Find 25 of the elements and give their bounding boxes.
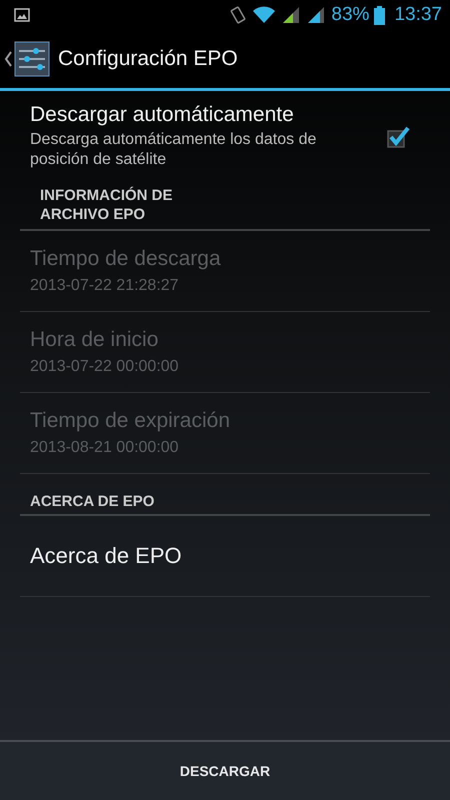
settings-icon — [14, 41, 50, 77]
preference-summary: 2013-07-22 00:00:00 — [30, 358, 180, 376]
vibrate-icon — [229, 5, 248, 25]
preference-row[interactable]: Descargar automáticamente Descarga automáticamente los datos de posición de satélite — [20, 91, 430, 178]
preference-title: Tiempo de expiración — [30, 409, 231, 433]
clock: 13:37 — [394, 4, 442, 26]
preference-summary: 2013-08-21 00:00:00 — [30, 439, 180, 457]
signal-icon — [281, 6, 302, 24]
preference-summary: 2013-07-22 21:28:27 — [30, 277, 180, 295]
image-icon — [14, 8, 30, 22]
chevron-icon — [4, 51, 12, 67]
preference-title: Tiempo de descarga — [30, 247, 222, 271]
preference-title: Hora de inicio — [30, 328, 160, 352]
preference-title: Descargar automáticamente — [30, 103, 295, 127]
checkbox[interactable] — [386, 124, 410, 148]
battery-percentage: 83% — [331, 4, 370, 26]
section-header: INFORMACIÓN DE ARCHIVO EPO — [40, 186, 174, 225]
signal-icon — [306, 6, 326, 24]
preference-summary: Descarga automáticamente los datos de posición de satélite — [30, 130, 318, 170]
section-header: ACERCA DE EPO — [30, 492, 154, 511]
battery-icon — [374, 6, 386, 24]
screen-title: Configuración EPO — [58, 47, 238, 71]
preference-row[interactable]: Acerca de EPO — [20, 516, 430, 597]
preference-title: Acerca de EPO — [30, 543, 183, 569]
wifi-icon — [252, 6, 276, 24]
